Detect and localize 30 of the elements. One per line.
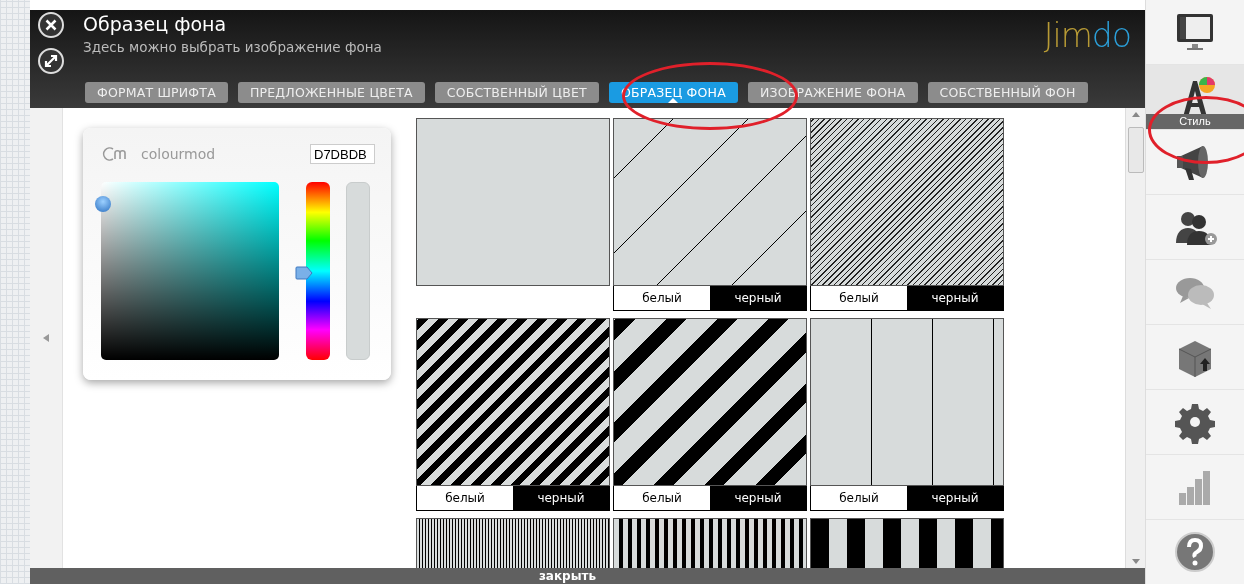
close-link[interactable]: закрыть bbox=[538, 568, 597, 584]
expand-icon[interactable] bbox=[38, 48, 64, 74]
close-icon[interactable] bbox=[38, 12, 64, 38]
scroll-thumb[interactable] bbox=[1127, 127, 1144, 173]
help-icon bbox=[1173, 530, 1217, 574]
pattern-swatch[interactable] bbox=[810, 118, 1004, 286]
hue-slider-thumb[interactable] bbox=[295, 265, 313, 280]
scrollbar[interactable] bbox=[1125, 108, 1145, 568]
pattern-swatch[interactable] bbox=[613, 318, 807, 486]
hex-input-field[interactable]: D7DBDB bbox=[310, 144, 375, 164]
color-option-button[interactable]: черный bbox=[710, 486, 806, 510]
sidebar-item[interactable]: Стиль bbox=[1146, 65, 1244, 130]
color-option-button[interactable]: черный bbox=[710, 286, 806, 310]
scroll-down-arrow-icon[interactable] bbox=[1131, 559, 1140, 564]
collapse-arrow-icon[interactable] bbox=[43, 334, 49, 342]
dialog-title: Образец фона bbox=[83, 12, 228, 36]
pattern-swatch[interactable] bbox=[416, 118, 610, 286]
color-option-button[interactable]: черный bbox=[907, 486, 1003, 510]
color-option-button[interactable]: черный bbox=[513, 486, 609, 510]
scroll-up-arrow-icon[interactable] bbox=[1131, 112, 1140, 117]
logo: Jimdo bbox=[1043, 15, 1131, 56]
brand-name: colourmod bbox=[141, 146, 216, 162]
saturation-value-area[interactable] bbox=[101, 182, 279, 360]
color-option-button[interactable]: черный bbox=[907, 286, 1003, 310]
pattern-swatch[interactable] bbox=[416, 318, 610, 486]
picker-handle[interactable] bbox=[95, 196, 111, 212]
pattern-swatch[interactable] bbox=[613, 118, 807, 286]
pattern-swatch[interactable] bbox=[810, 318, 1004, 486]
hue-slider[interactable] bbox=[295, 182, 330, 360]
dialog-subtitle: Здесь можно выбрать изображение фона bbox=[83, 38, 382, 56]
